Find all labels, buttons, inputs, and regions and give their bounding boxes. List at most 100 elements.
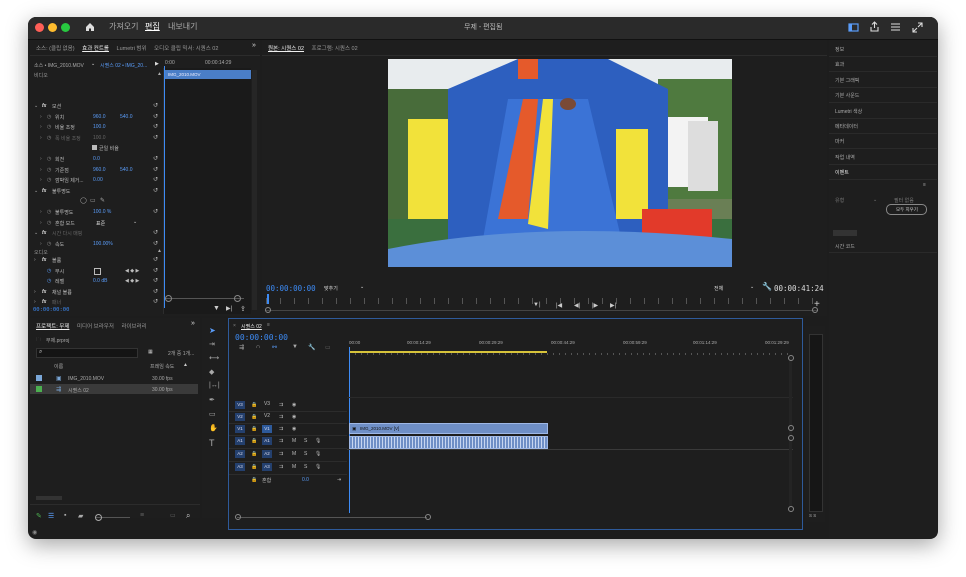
right-panel-item[interactable]: Lumetri 색상: [835, 108, 862, 115]
stopwatch-icon[interactable]: ◷: [47, 114, 51, 120]
track-select-icon[interactable]: ⇥: [209, 340, 215, 348]
work-area-bar[interactable]: [349, 351, 547, 353]
mute-track-button[interactable]: M: [292, 451, 296, 457]
right-panel-item-timecode[interactable]: 시간 코드: [835, 243, 855, 250]
expand-chevron-icon[interactable]: ›: [40, 156, 42, 162]
fit-dropdown-icon[interactable]: ⌄: [360, 284, 364, 290]
reset-icon[interactable]: ↺: [153, 113, 158, 120]
tab-export[interactable]: 내보내기: [168, 21, 197, 32]
tab-program-monitor[interactable]: 프로그램: 시퀀스 02: [312, 44, 358, 52]
eye-icon[interactable]: ◉: [292, 414, 296, 420]
panel-overflow-icon[interactable]: »: [252, 42, 256, 49]
workspace-icon[interactable]: [848, 22, 859, 33]
play-clip-icon[interactable]: ▶: [155, 61, 159, 67]
fx-badge-icon[interactable]: fx: [42, 230, 46, 236]
solo-track-button[interactable]: S: [304, 451, 307, 457]
expand-chevron-icon[interactable]: ›: [40, 177, 42, 183]
track-label-a2[interactable]: A2: [262, 450, 272, 458]
sort-icons-icon[interactable]: ≡: [140, 512, 144, 519]
project-hscroll[interactable]: [36, 496, 62, 500]
expand-chevron-icon[interactable]: ›: [40, 241, 42, 247]
tab-edit[interactable]: 편집: [145, 21, 160, 32]
selection-tool-icon[interactable]: ➤: [209, 326, 216, 335]
add-marker-icon[interactable]: ▼|: [533, 302, 541, 308]
playback-resolution-select[interactable]: 전체: [714, 285, 723, 292]
project-item[interactable]: ⇶ 시퀀스 02 30.00 fps: [30, 384, 198, 394]
track-label-v1[interactable]: V1: [262, 425, 272, 433]
microphone-icon[interactable]: 🎙: [315, 438, 321, 444]
mix-volume-value[interactable]: 0.0: [302, 477, 309, 483]
source-patch-v2[interactable]: V2: [235, 413, 245, 421]
stopwatch-icon[interactable]: ◷: [47, 268, 51, 274]
new-bin-icon[interactable]: ▦: [148, 349, 153, 355]
property-value-y[interactable]: 540.0: [120, 167, 133, 173]
expand-chevron-icon[interactable]: ›: [40, 114, 42, 120]
property-value-y[interactable]: 540.0: [120, 114, 133, 120]
lock-track-icon[interactable]: 🔒: [251, 451, 257, 457]
label-color-swatch[interactable]: [36, 386, 42, 392]
go-to-in-icon[interactable]: |◀: [556, 302, 562, 309]
sync-lock-icon[interactable]: ⇉: [279, 414, 283, 420]
captions-icon[interactable]: ▭: [325, 344, 331, 351]
source-patch-a3[interactable]: A3: [235, 463, 245, 471]
reset-icon[interactable]: ↺: [153, 288, 158, 295]
stopwatch-icon[interactable]: ◷: [47, 220, 51, 226]
meter-solo-label[interactable]: S S: [809, 513, 816, 518]
right-panel-item[interactable]: 기본 그래픽: [835, 77, 859, 84]
solo-track-button[interactable]: S: [304, 464, 307, 470]
property-value[interactable]: 100.0: [93, 135, 106, 141]
go-to-out-icon[interactable]: ▶|: [610, 302, 616, 309]
fx-badge-icon[interactable]: fx: [42, 257, 46, 263]
reset-icon[interactable]: ↺: [153, 102, 158, 109]
sort-up-icon[interactable]: ▲: [183, 362, 188, 368]
fx-badge-icon[interactable]: fx: [42, 299, 46, 305]
lock-track-icon[interactable]: 🔒: [251, 438, 257, 444]
property-value[interactable]: 표준: [96, 220, 105, 227]
property-value[interactable]: 0.0 dB: [93, 278, 107, 284]
icon-view-icon[interactable]: ▪: [64, 512, 66, 519]
col-name-header[interactable]: 이름: [54, 363, 63, 370]
source-patch-a2[interactable]: A2: [235, 450, 245, 458]
ellipse-mask-icon[interactable]: ◯: [80, 197, 87, 204]
rectangle-tool-icon[interactable]: ▭: [209, 410, 216, 418]
quality-dropdown-icon[interactable]: ⌄: [750, 284, 754, 290]
reset-icon[interactable]: ↺: [153, 123, 158, 130]
linked-selection-icon[interactable]: ⚯: [272, 344, 277, 351]
right-panel-item[interactable]: 이벤트: [835, 169, 849, 176]
step-back-icon[interactable]: ◀|: [574, 302, 580, 309]
find-icon[interactable]: ⌕: [186, 511, 190, 521]
fullscreen-icon[interactable]: [912, 22, 923, 33]
expand-chevron-icon[interactable]: ›: [40, 167, 42, 173]
pen-mask-icon[interactable]: ✎: [100, 197, 105, 204]
stopwatch-icon[interactable]: ◷: [47, 209, 51, 215]
panel-menu-icon[interactable]: [890, 22, 901, 32]
add-marker-timeline-icon[interactable]: ▼: [292, 344, 298, 350]
track-label-a1[interactable]: A1: [262, 437, 272, 445]
close-window-button[interactable]: [35, 23, 44, 32]
property-value[interactable]: 100.00%: [93, 241, 113, 247]
property-value[interactable]: 960.0: [93, 167, 106, 173]
hand-tool-icon[interactable]: ✋: [209, 424, 218, 432]
timeline-timecode[interactable]: 00:00:00:00: [235, 333, 288, 342]
type-tool-icon[interactable]: T: [209, 438, 215, 448]
sync-lock-icon[interactable]: ⇉: [279, 426, 283, 432]
ripple-edit-icon[interactable]: ⟷: [209, 354, 219, 362]
eye-icon[interactable]: ◉: [292, 402, 296, 408]
expand-chevron-icon[interactable]: ›: [40, 209, 42, 215]
ec-clip-bar[interactable]: IMG_2010.MOV: [165, 70, 251, 79]
minimize-window-button[interactable]: [48, 23, 57, 32]
nest-icon[interactable]: ⇶: [239, 344, 244, 351]
timeline-hscroll[interactable]: [237, 517, 427, 518]
right-panel-item[interactable]: 효과: [835, 61, 844, 68]
timeline-close-icon[interactable]: ×: [233, 323, 236, 329]
program-video-frame[interactable]: [388, 59, 732, 267]
tab-source-monitor[interactable]: 원본: 시퀀스 02: [268, 44, 304, 52]
bin-icon[interactable]: ▭: [170, 512, 176, 519]
reset-icon[interactable]: ↺: [153, 187, 158, 194]
ec-mini-timeline[interactable]: [163, 68, 251, 314]
thumbnail-size-slider[interactable]: [95, 514, 102, 521]
collapse-up-icon[interactable]: ▲: [157, 71, 162, 77]
wrench-icon[interactable]: 🔧: [762, 282, 772, 291]
property-value[interactable]: 0.00: [93, 177, 103, 183]
lock-track-icon[interactable]: 🔒: [251, 414, 257, 420]
